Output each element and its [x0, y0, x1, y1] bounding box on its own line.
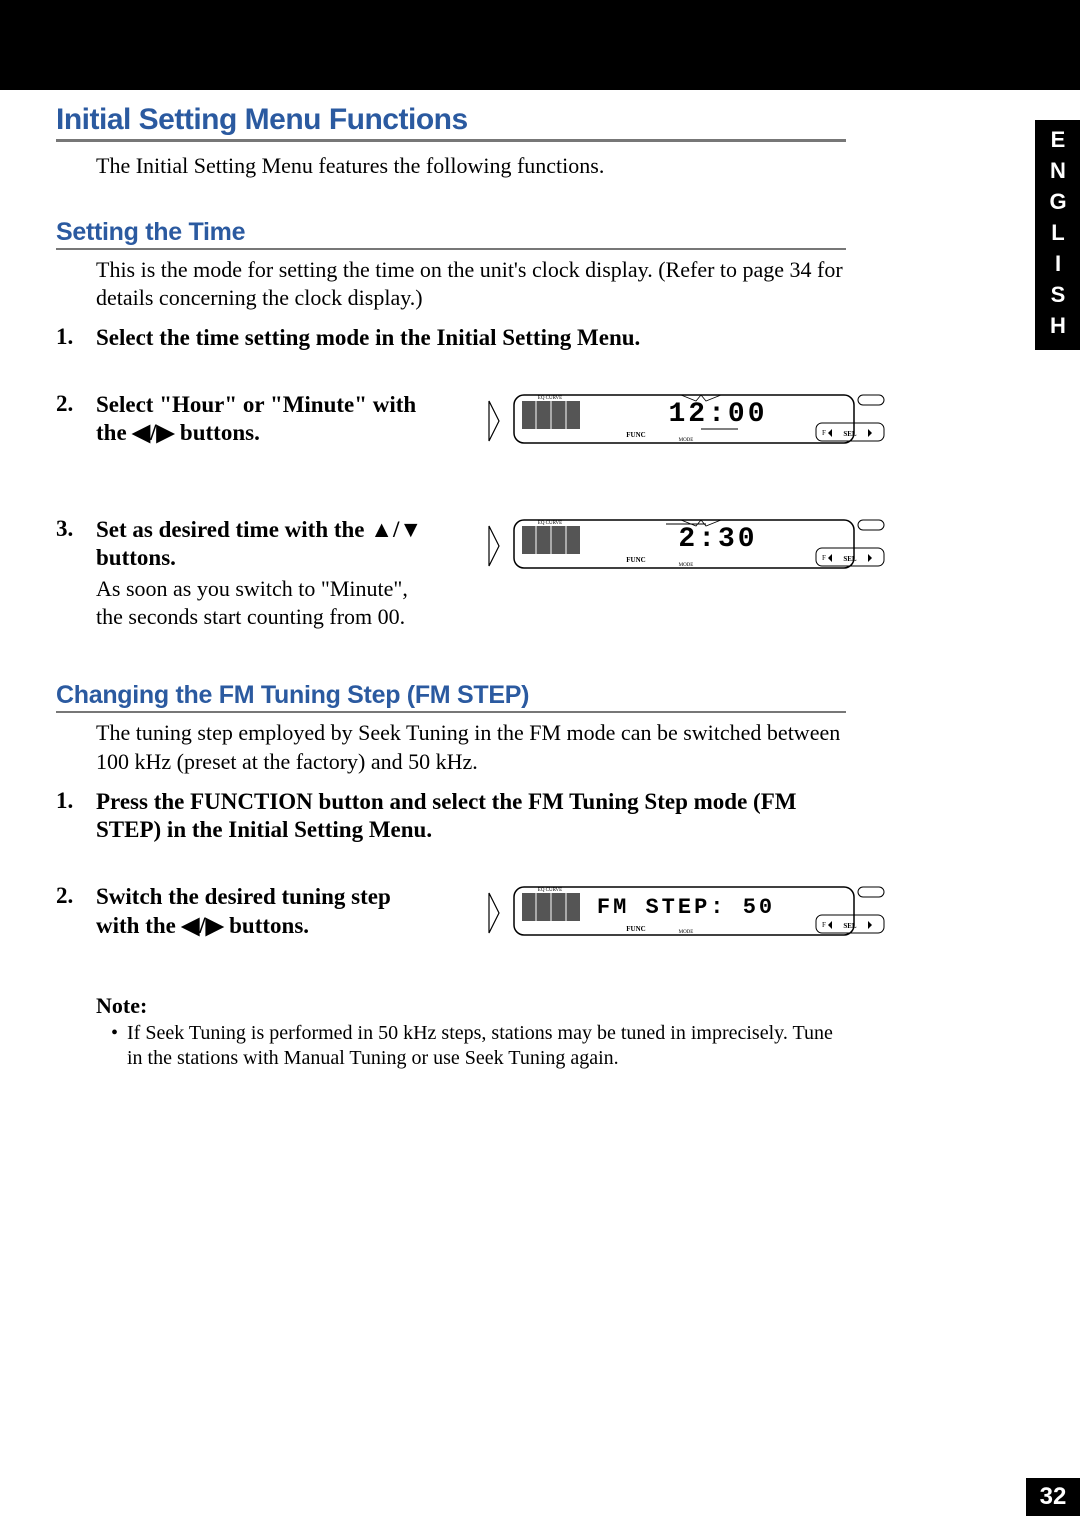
- content-area: Initial Setting Menu Functions The Initi…: [56, 103, 846, 1071]
- lcd-display-text: FM STEP: 50: [597, 895, 775, 920]
- time-step-2: 2. Select "Hour" or "Minute" with the ◀/…: [56, 391, 846, 451]
- mode-label: MODE: [679, 438, 694, 443]
- eq-curve-label: EQ CURVE: [538, 521, 562, 526]
- manual-page: ENGLISH 32 Initial Setting Menu Function…: [0, 0, 1080, 1533]
- heading-fm-step: Changing the FM Tuning Step (FM STEP): [56, 681, 846, 713]
- eq-curve-label: EQ CURVE: [538, 396, 562, 401]
- f-label: F: [822, 921, 826, 929]
- step-number: 3.: [56, 516, 96, 632]
- page-number-badge: 32: [1026, 1478, 1080, 1516]
- step-number: 2.: [56, 391, 96, 451]
- sel-label: SEL: [843, 555, 857, 563]
- lcd-panel-icon: EQ CURVE FUNC MODE 12:00 F SEL: [486, 391, 886, 451]
- language-tab: ENGLISH: [1035, 120, 1080, 350]
- lcd-figure-fm: EQ CURVE FUNC MODE FM STEP: 50 F SEL: [436, 883, 886, 943]
- step-number: 1.: [56, 788, 96, 846]
- step-title: Set as desired time with the ▲/▼ buttons…: [96, 516, 436, 574]
- heading-setting-time: Setting the Time: [56, 218, 846, 250]
- step-title: Press the FUNCTION button and select the…: [96, 788, 856, 846]
- f-label: F: [822, 429, 826, 437]
- time-step-1: 1. Select the time setting mode in the I…: [56, 324, 846, 353]
- fm-step-2: 2. Switch the desired tuning step with t…: [56, 883, 846, 943]
- fm-step-1: 1. Press the FUNCTION button and select …: [56, 788, 846, 846]
- lcd-display-text: 12:00: [668, 399, 767, 430]
- func-label: FUNC: [626, 925, 645, 933]
- step-number: 2.: [56, 883, 96, 943]
- note-list: • If Seek Tuning is performed in 50 kHz …: [111, 1021, 846, 1071]
- mode-label: MODE: [679, 563, 694, 568]
- note-heading: Note:: [96, 993, 846, 1019]
- step-subtext: As soon as you switch to "Minute", the s…: [96, 575, 436, 631]
- lcd-panel-icon: EQ CURVE FUNC MODE FM STEP: 50 F SEL: [486, 883, 886, 943]
- body-fm-step: The tuning step employed by Seek Tuning …: [96, 719, 846, 775]
- eq-curve-label: EQ CURVE: [538, 888, 562, 893]
- func-label: FUNC: [626, 431, 645, 439]
- lcd-figure-time-1: EQ CURVE FUNC MODE 12:00 F SEL: [436, 391, 886, 451]
- sel-label: SEL: [843, 922, 857, 930]
- bullet-icon: •: [111, 1021, 127, 1071]
- body-setting-time: This is the mode for setting the time on…: [96, 256, 846, 312]
- func-label: FUNC: [626, 556, 645, 564]
- lcd-panel-icon: EQ CURVE FUNC MODE 2:30 F SEL: [486, 516, 886, 576]
- sel-label: SEL: [843, 430, 857, 438]
- step-title: Select the time setting mode in the Init…: [96, 324, 856, 353]
- step-number: 1.: [56, 324, 96, 353]
- page-number: 32: [1040, 1483, 1067, 1511]
- mode-label: MODE: [679, 930, 694, 935]
- lcd-display-text: 2:30: [678, 524, 757, 555]
- note-text: If Seek Tuning is performed in 50 kHz st…: [127, 1021, 846, 1071]
- time-step-3: 3. Set as desired time with the ▲/▼ butt…: [56, 516, 846, 632]
- intro-text: The Initial Setting Menu features the fo…: [96, 152, 846, 180]
- step-title: Select "Hour" or "Minute" with the ◀/▶ b…: [96, 391, 436, 449]
- heading-main: Initial Setting Menu Functions: [56, 103, 846, 142]
- f-label: F: [822, 554, 826, 562]
- top-black-bar: [0, 0, 1080, 90]
- note-item: • If Seek Tuning is performed in 50 kHz …: [111, 1021, 846, 1071]
- language-tab-label: ENGLISH: [1045, 127, 1071, 344]
- step-title: Switch the desired tuning step with the …: [96, 883, 436, 941]
- lcd-figure-time-2: EQ CURVE FUNC MODE 2:30 F SEL: [436, 516, 886, 632]
